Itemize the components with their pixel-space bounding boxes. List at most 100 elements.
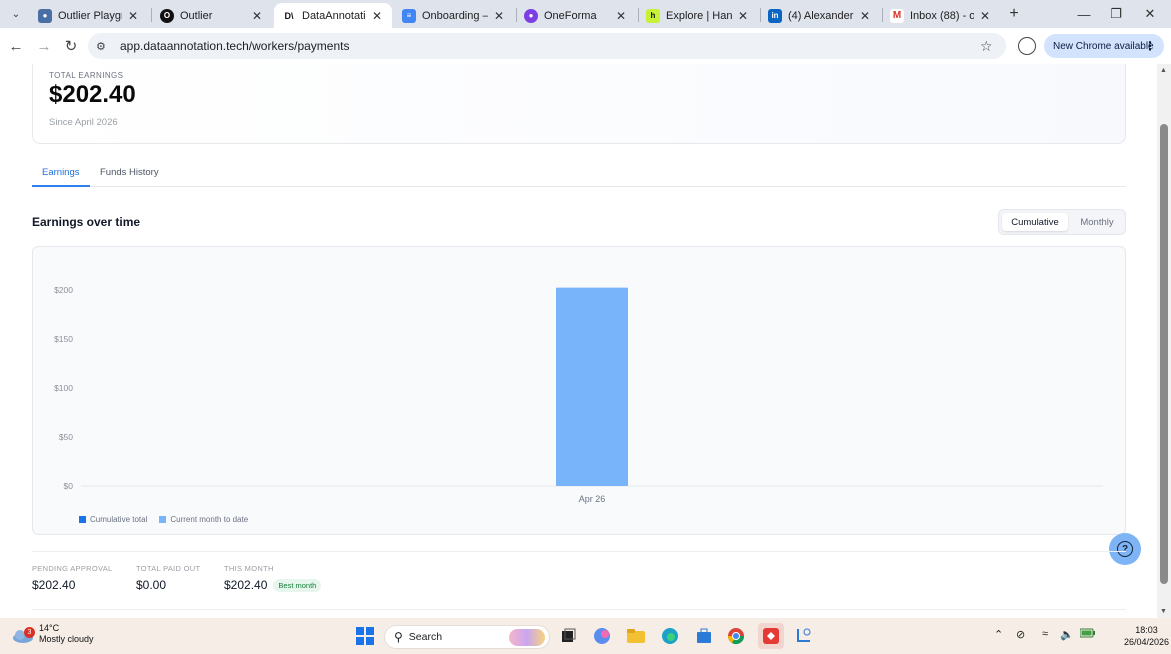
site-settings-icon[interactable]: ⚙ (96, 40, 116, 53)
y-tick-label: $150 (54, 334, 73, 344)
reload-icon[interactable]: ↻ (61, 36, 81, 56)
address-bar[interactable]: ⚙ app.dataannotation.tech/workers/paymen… (88, 33, 1006, 59)
legend-item-current-month[interactable]: Current month to date (159, 515, 248, 524)
windows-start-icon[interactable] (355, 626, 375, 646)
scroll-up-arrow-icon[interactable]: ▲ (1160, 67, 1167, 74)
bar-current-month[interactable] (556, 287, 628, 486)
scroll-down-arrow-icon[interactable]: ▼ (1160, 608, 1167, 615)
minimize-icon[interactable]: — (1074, 4, 1094, 24)
linkedin-icon: in (768, 8, 782, 23)
y-tick-label: $50 (59, 432, 73, 442)
file-explorer-icon[interactable] (626, 626, 646, 646)
taskbar-search[interactable]: ⚲ Search (384, 625, 550, 649)
stat-pending-approval: PENDING APPROVAL $202.40 (32, 564, 113, 592)
tab-search-chevron-icon[interactable]: ⌄ (6, 4, 26, 24)
scroll-thumb[interactable] (1160, 124, 1168, 584)
tab-label: Inbox (88) - osay (910, 9, 974, 22)
stat-total-paid-out: TOTAL PAID OUT $0.00 (136, 564, 200, 592)
new-chrome-available-button[interactable]: New Chrome available ⋮ (1044, 34, 1164, 58)
window-close-icon[interactable]: ✕ (1140, 4, 1160, 24)
url-text[interactable]: app.dataannotation.tech/workers/payments (120, 39, 980, 53)
tab-earnings[interactable]: Earnings (32, 167, 90, 187)
microsoft-store-icon[interactable] (694, 626, 714, 646)
back-arrow-icon[interactable]: ← (6, 36, 26, 56)
browser-tab[interactable]: ≡ Onboarding — W ✕ (394, 3, 514, 28)
active-app-icon[interactable] (758, 623, 784, 649)
total-earnings-card: TOTAL EARNINGS $202.40 Since April 2026 (32, 64, 1126, 144)
x-tick-label: Apr 26 (579, 494, 606, 504)
earnings-chart-svg: $0 $50 $100 $150 $200 Apr 26 (54, 285, 1103, 504)
stat-label: TOTAL PAID OUT (136, 564, 201, 573)
page-scrollbar[interactable]: ▲ ▼ (1157, 64, 1171, 618)
close-icon[interactable]: ✕ (978, 9, 992, 23)
chrome-icon[interactable] (726, 626, 746, 646)
copilot-icon[interactable] (592, 626, 612, 646)
earnings-chart: $0 $50 $100 $150 $200 Apr 26 Cumulative total… (32, 246, 1126, 535)
clock-time: 18:03 (1135, 625, 1158, 635)
question-mark-icon: ? (1117, 541, 1133, 557)
close-icon[interactable]: ✕ (736, 9, 750, 23)
tab-label: OneForma (544, 9, 597, 22)
forward-arrow-icon[interactable]: → (34, 36, 54, 56)
google-docs-icon: ≡ (402, 8, 416, 23)
payments-tabs: Earnings Funds History (32, 158, 1126, 187)
legend-label: Current month to date (170, 515, 249, 524)
legend-item-cumulative[interactable]: Cumulative total (79, 515, 147, 524)
new-chrome-label: New Chrome available (1053, 40, 1154, 52)
kebab-menu-icon[interactable]: ⋮ (1144, 39, 1156, 53)
battery-icon[interactable] (1079, 628, 1096, 641)
restore-icon[interactable]: ❐ (1106, 4, 1126, 24)
y-tick-label: $0 (64, 481, 74, 491)
view-toggle: Cumulative Monthly (998, 209, 1126, 235)
snipping-tool-icon[interactable] (794, 626, 814, 646)
divider (32, 609, 1126, 610)
help-button[interactable]: ? (1109, 533, 1141, 565)
profile-icon[interactable] (1018, 37, 1036, 55)
close-icon[interactable]: ✕ (126, 9, 140, 23)
weather-desc: Mostly cloudy (39, 634, 94, 644)
weather-badge: 3 (24, 627, 35, 638)
browser-tab[interactable]: in (4) Alexander Os ✕ (760, 3, 880, 28)
stat-value: $202.40 (32, 578, 76, 592)
cumulative-toggle-button[interactable]: Cumulative (1002, 213, 1068, 231)
tab-label: (4) Alexander Os (788, 9, 854, 22)
close-icon[interactable]: ✕ (492, 9, 506, 23)
total-earnings-amount: $202.40 (49, 81, 136, 108)
close-icon[interactable]: ✕ (370, 9, 384, 23)
gmail-icon: M (890, 8, 904, 23)
edge-browser-icon[interactable] (660, 626, 680, 646)
outlier-playground-icon: ● (38, 8, 52, 23)
close-icon[interactable]: ✕ (250, 9, 264, 23)
tab-label: DataAnnotation (302, 9, 366, 22)
wifi-icon[interactable]: ≈ (1042, 628, 1048, 640)
volume-icon[interactable]: 🔈 (1060, 628, 1074, 641)
monthly-toggle-button[interactable]: Monthly (1071, 213, 1123, 231)
handshake-icon: h (646, 8, 660, 23)
clock-date: 26/04/2026 (1124, 637, 1170, 647)
tab-label: Onboarding — W (422, 9, 488, 22)
new-tab-plus-icon[interactable]: + (1004, 4, 1024, 24)
windows-taskbar: 3 14°C Mostly cloudy ⚲ Search ⌃ ⊘ ≈ 🔈 18… (0, 618, 1171, 654)
section-title: Earnings over time (32, 215, 141, 229)
browser-tab[interactable]: ● OneForma ✕ (516, 3, 636, 28)
browser-tab[interactable]: ● Outlier Playgrou ✕ (30, 3, 148, 28)
close-icon[interactable]: ✕ (614, 9, 628, 23)
bookmark-star-icon[interactable]: ☆ (980, 38, 1000, 55)
browser-tab-active[interactable]: D\ DataAnnotation ✕ (274, 3, 392, 28)
stat-value-row: $202.40 Best month (224, 578, 322, 592)
browser-tab[interactable]: O Outlier ✕ (152, 3, 272, 28)
tab-label: Outlier (180, 9, 213, 22)
weather-widget[interactable]: 3 14°C Mostly cloudy (12, 623, 94, 645)
dataannotation-icon: D\ (282, 8, 296, 23)
browser-tab[interactable]: M Inbox (88) - osay ✕ (882, 3, 1000, 28)
network-off-icon[interactable]: ⊘ (1016, 628, 1025, 641)
earnings-since-text: Since April 2026 (49, 117, 118, 128)
search-label: Search (408, 631, 443, 643)
close-icon[interactable]: ✕ (858, 9, 872, 23)
browser-tab[interactable]: h Explore | Handsh ✕ (638, 3, 758, 28)
y-tick-label: $200 (54, 285, 73, 295)
tab-funds-history[interactable]: Funds History (100, 167, 159, 187)
task-view-icon[interactable] (558, 626, 578, 646)
show-hidden-icons-chevron-icon[interactable]: ⌃ (994, 628, 1003, 641)
system-clock[interactable]: 18:03 26/04/2026 (1124, 624, 1169, 648)
